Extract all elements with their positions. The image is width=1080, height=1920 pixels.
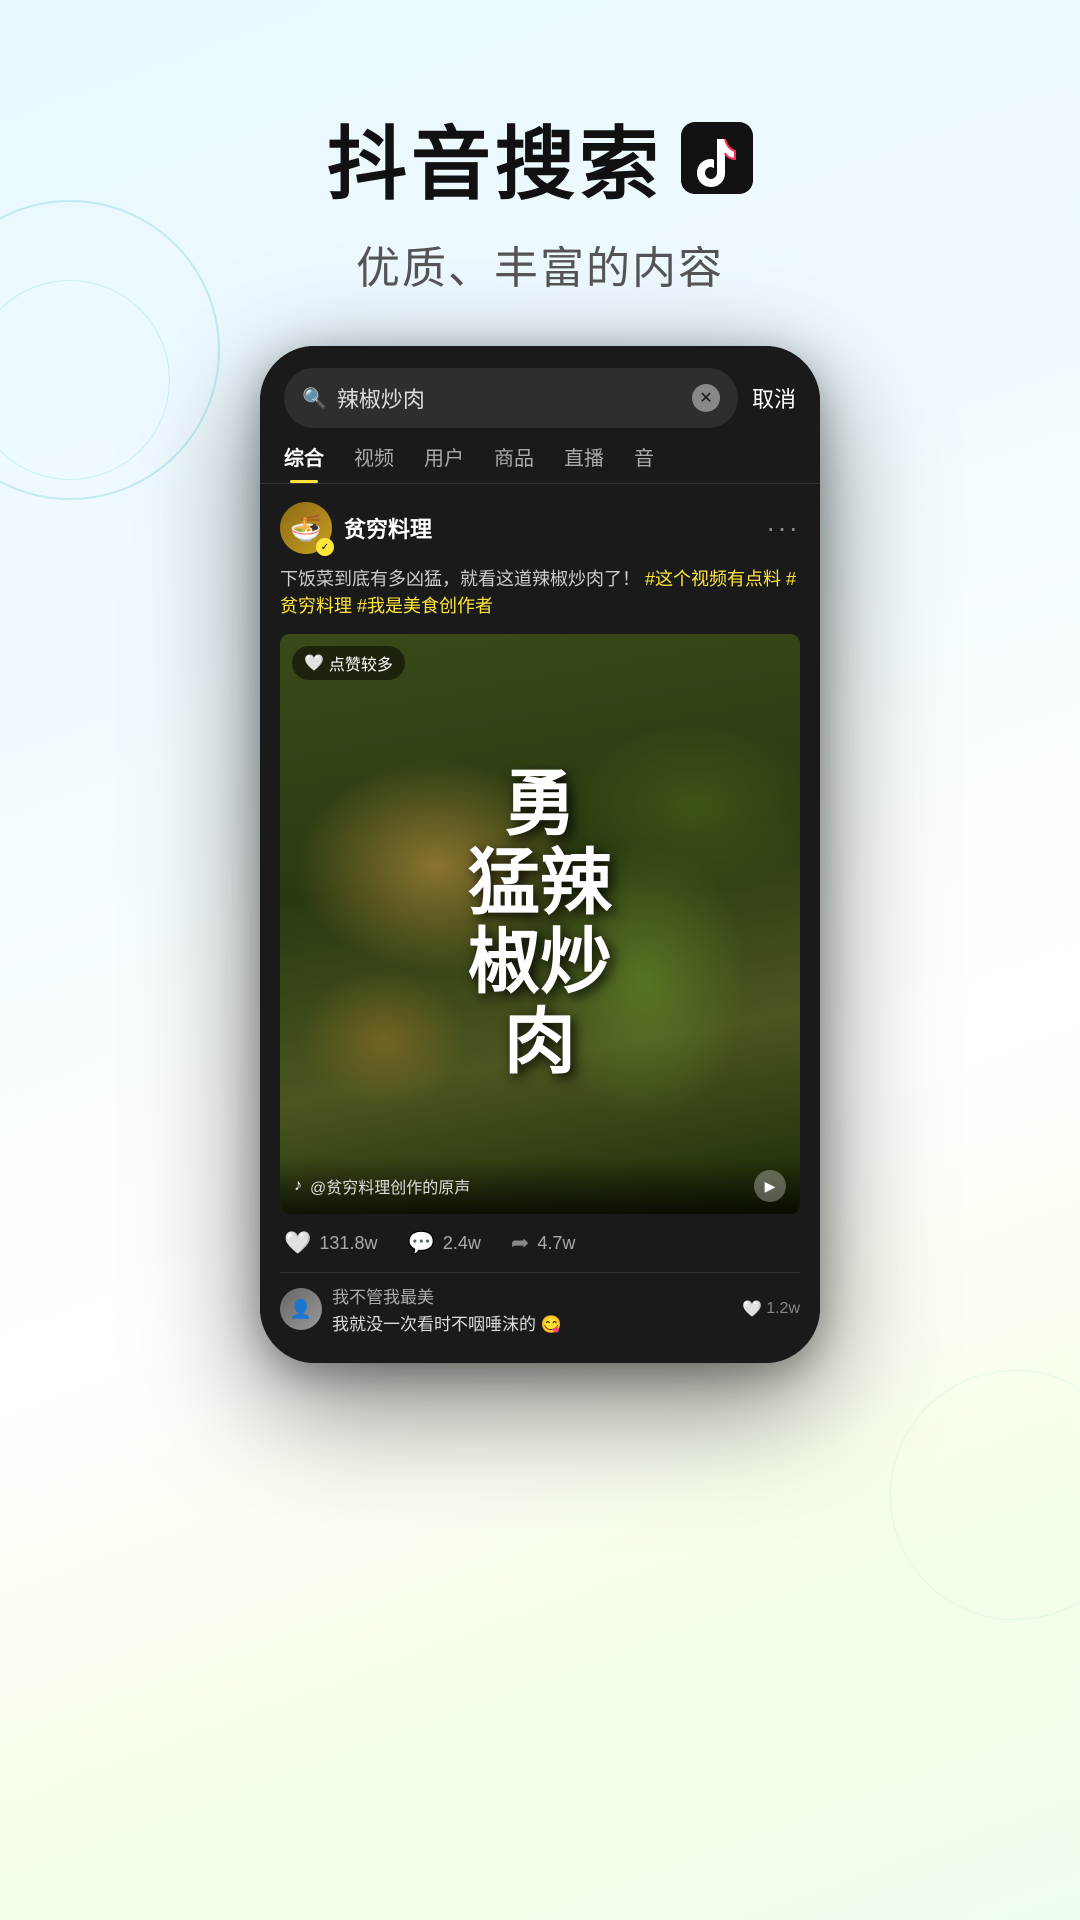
heart-icon-small: 🤍 <box>304 653 324 673</box>
video-thumbnail[interactable]: 🤍 点赞较多 勇 猛辣 椒炒 肉 ♪ @贫穷料理创作的原声 ▶ <box>280 634 800 1214</box>
phone-frame: 🔍 辣椒炒肉 ✕ 取消 综合 视频 用户 <box>260 346 820 1363</box>
comment-avatar: 👤 <box>280 1288 322 1330</box>
comment-preview: 👤 我不管我最美 我就没一次看时不咽唾沫的 😋 🤍 1.2w <box>280 1272 800 1345</box>
comment-text: 我就没一次看时不咽唾沫的 😋 <box>332 1310 732 1335</box>
likes-count: 131.8w <box>319 1233 377 1254</box>
bg-decoration-3 <box>890 1370 1080 1620</box>
app-title-text: 抖音搜索 <box>327 100 663 216</box>
comments-count: 2.4w <box>443 1233 481 1254</box>
hashtag-3[interactable]: #我是美食创作者 <box>357 596 493 616</box>
tab-label-用户: 用户 <box>424 448 464 470</box>
video-title-line3: 椒炒 <box>468 924 612 1003</box>
like-badge: 🤍 点赞较多 <box>292 646 405 680</box>
avatar-image: 🍜 <box>290 513 322 544</box>
phone-inner: 🔍 辣椒炒肉 ✕ 取消 综合 视频 用户 <box>260 346 820 1363</box>
like-icon: 🤍 <box>284 1230 311 1256</box>
video-title-line4: 肉 <box>468 1003 612 1082</box>
tab-label-商品: 商品 <box>494 448 534 470</box>
video-title-overlay: 勇 猛辣 椒炒 肉 <box>468 766 612 1083</box>
tab-音[interactable]: 音 <box>634 442 654 483</box>
cancel-button[interactable]: 取消 <box>752 382 796 414</box>
stats-row: 🤍 131.8w 💬 2.4w ➦ 4.7w <box>280 1230 800 1256</box>
search-icon: 🔍 <box>302 386 327 411</box>
search-box[interactable]: 🔍 辣椒炒肉 ✕ <box>284 368 738 428</box>
tab-label-直播: 直播 <box>564 448 604 470</box>
play-button[interactable]: ▶ <box>754 1170 786 1202</box>
verified-icon: ✓ <box>321 542 329 553</box>
tab-label-视频: 视频 <box>354 448 394 470</box>
search-area: 🔍 辣椒炒肉 ✕ 取消 <box>260 346 820 428</box>
tab-label-综合: 综合 <box>284 448 324 470</box>
like-badge-text: 点赞较多 <box>329 651 393 675</box>
comment-icon: 💬 <box>407 1230 434 1256</box>
search-clear-button[interactable]: ✕ <box>692 384 720 412</box>
tabs-area: 综合 视频 用户 商品 直播 音 <box>260 428 820 484</box>
comment-like-icon: 🤍 <box>742 1299 762 1319</box>
comment-content: 我不管我最美 我就没一次看时不咽唾沫的 😋 <box>332 1283 732 1335</box>
likes-stat[interactable]: 🤍 131.8w <box>284 1230 377 1256</box>
share-icon: ➦ <box>511 1230 529 1256</box>
more-options-button[interactable]: ··· <box>766 512 800 544</box>
creator-avatar-wrap: 🍜 ✓ <box>280 502 332 554</box>
clear-icon: ✕ <box>699 388 712 408</box>
tab-用户[interactable]: 用户 <box>424 442 464 483</box>
video-sound-text: @贫穷料理创作的原声 <box>310 1174 746 1198</box>
shares-stat[interactable]: ➦ 4.7w <box>511 1230 575 1256</box>
phone-container: 🔍 辣椒炒肉 ✕ 取消 综合 视频 用户 <box>180 346 900 1363</box>
creator-name[interactable]: 贫穷料理 <box>344 512 432 544</box>
video-bottom-bar: ♪ @贫穷料理创作的原声 ▶ <box>280 1158 800 1214</box>
comment-likes: 🤍 1.2w <box>742 1299 800 1319</box>
verified-badge: ✓ <box>316 538 334 556</box>
shares-count: 4.7w <box>537 1233 575 1254</box>
post-description: 下饭菜到底有多凶猛，就看这道辣椒炒肉了！ #这个视频有点料 #贫穷料理 #我是美… <box>280 566 800 620</box>
tab-视频[interactable]: 视频 <box>354 442 394 483</box>
comment-avatar-icon: 👤 <box>290 1299 312 1320</box>
hashtag-1[interactable]: #这个视频有点料 <box>645 569 781 589</box>
comment-username[interactable]: 我不管我最美 <box>332 1283 732 1308</box>
tab-直播[interactable]: 直播 <box>564 442 604 483</box>
play-icon: ▶ <box>765 1178 776 1195</box>
comment-likes-count: 1.2w <box>766 1300 800 1318</box>
tab-商品[interactable]: 商品 <box>494 442 534 483</box>
video-title-line1: 勇 <box>468 766 612 845</box>
tab-综合[interactable]: 综合 <box>284 442 324 483</box>
video-title-line2: 猛辣 <box>468 845 612 924</box>
post-desc-text: 下饭菜到底有多凶猛，就看这道辣椒炒肉了！ <box>280 569 640 589</box>
creator-row: 🍜 ✓ 贫穷料理 ··· <box>280 502 800 554</box>
tab-label-音: 音 <box>634 448 654 470</box>
tiktok-small-icon: ♪ <box>294 1177 302 1195</box>
content-area: 🍜 ✓ 贫穷料理 ··· 下饭菜到底有多凶猛，就看这道辣椒炒肉了！ #这个视频有… <box>260 484 820 1363</box>
search-query-text: 辣椒炒肉 <box>337 382 682 414</box>
comments-stat[interactable]: 💬 2.4w <box>407 1230 480 1256</box>
creator-info: 🍜 ✓ 贫穷料理 <box>280 502 432 554</box>
tiktok-logo-icon <box>681 122 753 194</box>
app-title: 抖音搜索 <box>0 100 1080 216</box>
